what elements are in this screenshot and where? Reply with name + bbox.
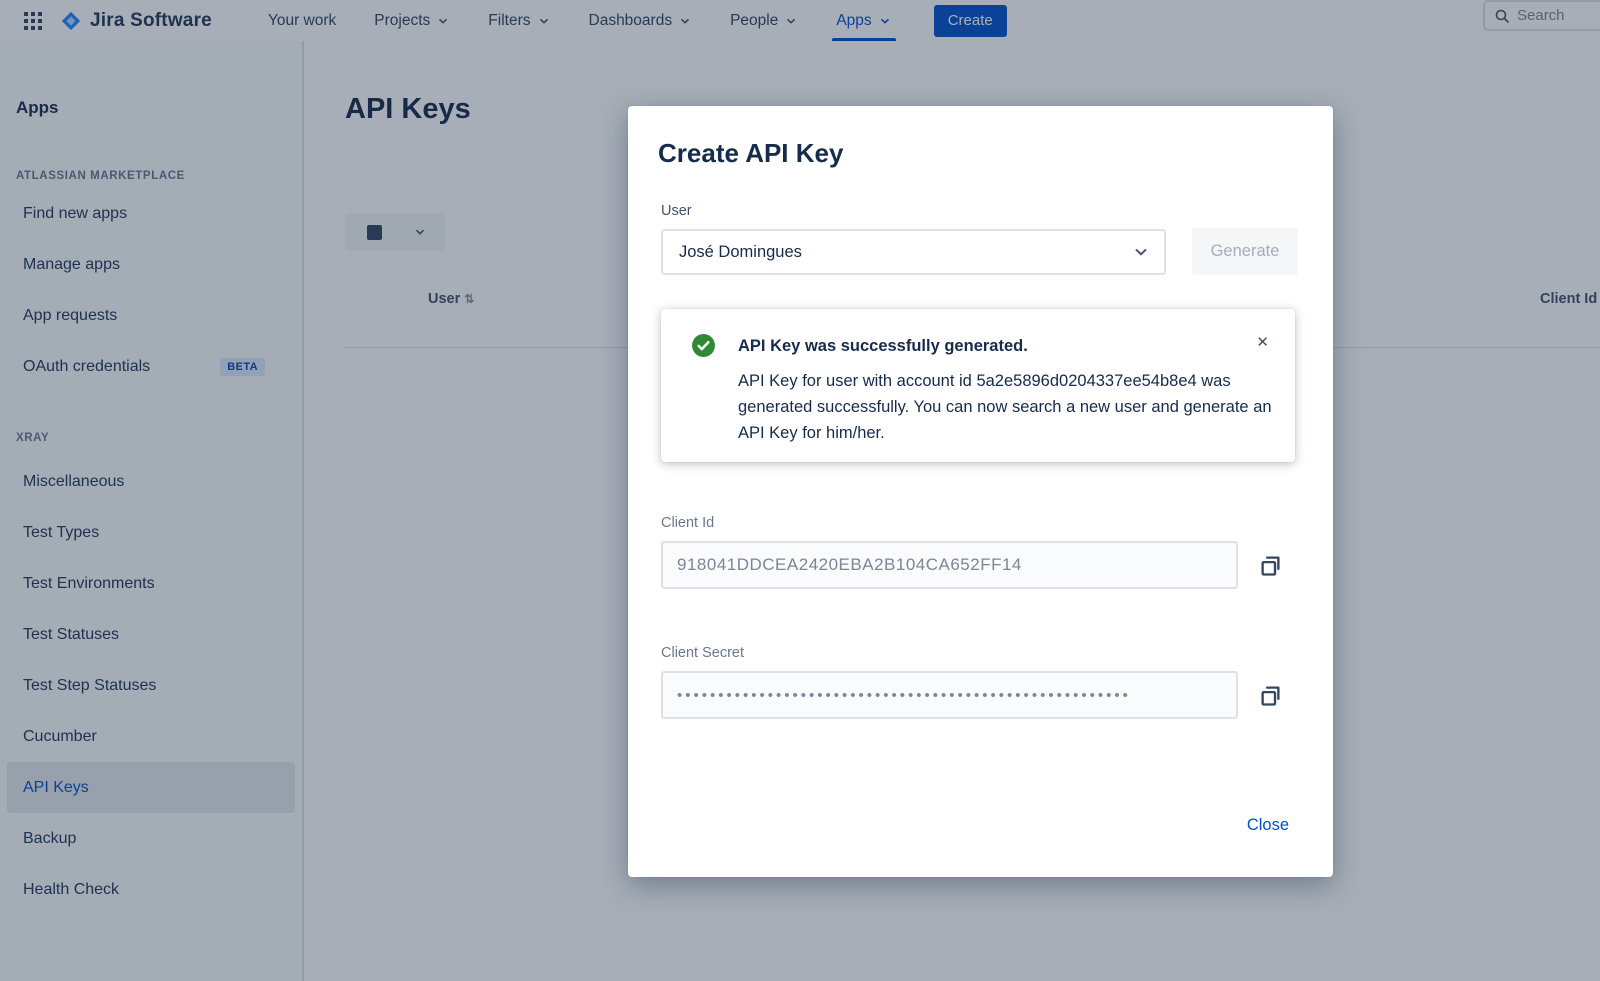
copy-icon [1257, 682, 1284, 709]
user-select-value: José Domingues [679, 243, 802, 262]
copy-client-id-button[interactable] [1254, 551, 1286, 583]
user-field-label: User [661, 203, 692, 219]
modal-title: Create API Key [658, 138, 843, 169]
copy-client-secret-button[interactable] [1254, 681, 1286, 713]
client-secret-field[interactable]: ••••••••••••••••••••••••••••••••••••••••… [661, 671, 1238, 719]
client-secret-label: Client Secret [661, 645, 744, 661]
success-flag: API Key was successfully generated. ✕ AP… [661, 309, 1295, 462]
client-id-field[interactable]: 918041DDCEA2420EBA2B104CA652FF14 [661, 541, 1238, 589]
client-id-value: 918041DDCEA2420EBA2B104CA652FF14 [677, 555, 1022, 575]
chevron-down-icon [1132, 243, 1150, 261]
flag-close-icon[interactable]: ✕ [1256, 335, 1269, 350]
application-window: Jira Software Your work Projects Filters… [0, 0, 1600, 981]
flag-title: API Key was successfully generated. [738, 337, 1028, 356]
client-id-label: Client Id [661, 515, 714, 531]
generate-button[interactable]: Generate [1192, 228, 1298, 275]
user-select[interactable]: José Domingues [661, 229, 1166, 275]
create-api-key-modal: Create API Key User José Domingues Gener… [628, 106, 1333, 877]
close-modal-link[interactable]: Close [1247, 816, 1289, 835]
copy-icon [1257, 552, 1284, 579]
client-secret-masked-value: ••••••••••••••••••••••••••••••••••••••••… [677, 687, 1131, 704]
success-check-icon [691, 333, 716, 363]
flag-message: API Key for user with account id 5a2e589… [738, 368, 1278, 446]
